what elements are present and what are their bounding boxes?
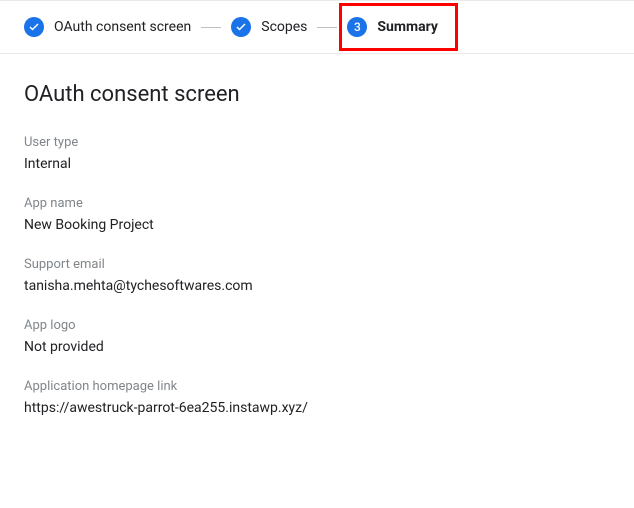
field-label: Support email (24, 257, 610, 272)
step-label: Summary (377, 19, 438, 35)
section-title: OAuth consent screen (24, 82, 610, 107)
field-app-name: App name New Booking Project (24, 196, 610, 233)
step-label: Scopes (261, 19, 307, 35)
field-label: App name (24, 196, 610, 211)
stepper: OAuth consent screen Scopes 3 Summary (0, 0, 634, 54)
content-area: OAuth consent screen User type Internal … (0, 54, 634, 468)
field-support-email: Support email tanisha.mehta@tychesoftwar… (24, 257, 610, 294)
field-label: App logo (24, 318, 610, 333)
step-connector (201, 27, 221, 28)
step-connector (317, 27, 337, 28)
field-value: Internal (24, 156, 610, 172)
field-label: User type (24, 135, 610, 150)
step-label: OAuth consent screen (54, 19, 191, 35)
check-icon (231, 17, 251, 37)
step-summary[interactable]: 3 Summary (347, 17, 438, 37)
field-value: https://awestruck-parrot-6ea255.instawp.… (24, 400, 610, 416)
field-app-logo: App logo Not provided (24, 318, 610, 355)
field-value: New Booking Project (24, 217, 610, 233)
field-label: Application homepage link (24, 379, 610, 394)
field-user-type: User type Internal (24, 135, 610, 172)
field-homepage-link: Application homepage link https://awestr… (24, 379, 610, 416)
step-number-icon: 3 (347, 17, 367, 37)
field-value: tanisha.mehta@tychesoftwares.com (24, 278, 610, 294)
check-icon (24, 17, 44, 37)
step-oauth-consent[interactable]: OAuth consent screen (24, 17, 191, 37)
step-number: 3 (354, 20, 361, 34)
step-scopes[interactable]: Scopes (231, 17, 307, 37)
field-value: Not provided (24, 339, 610, 355)
